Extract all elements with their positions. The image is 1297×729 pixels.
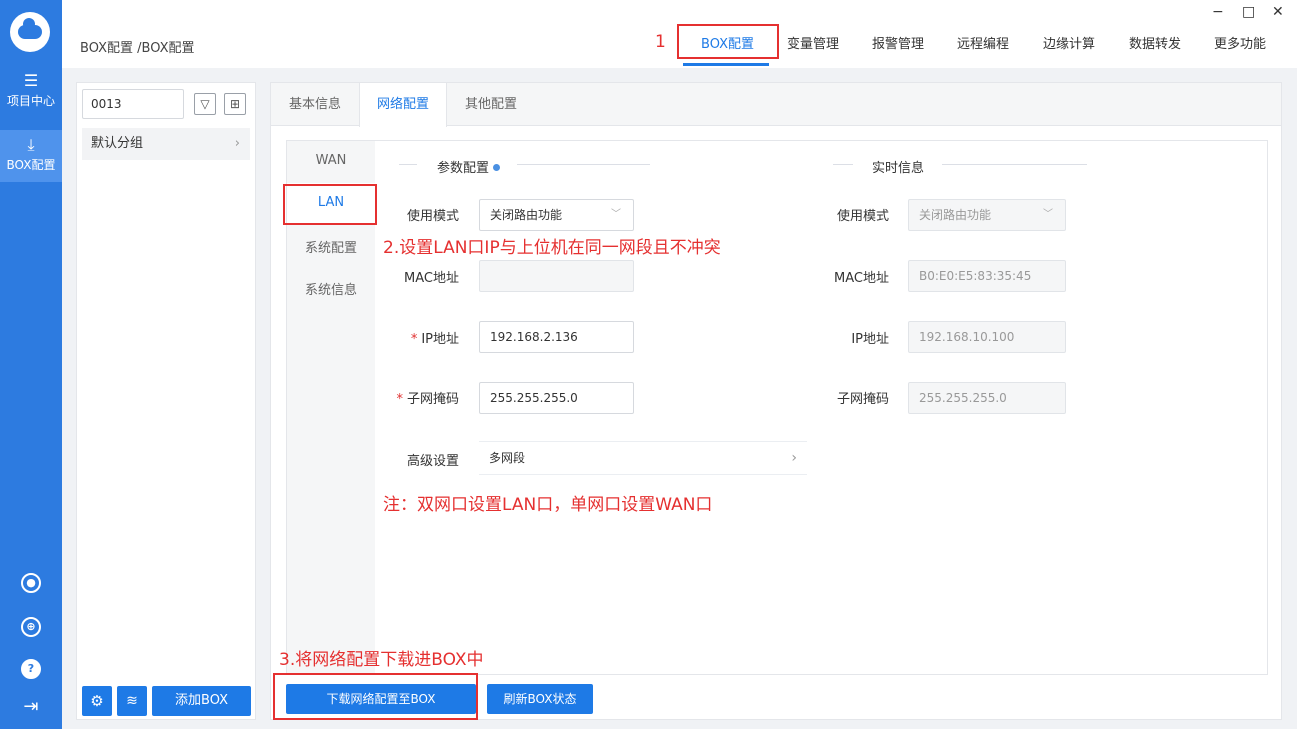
close-button[interactable]: ✕	[1272, 4, 1284, 20]
tab-other-config[interactable]: 其他配置	[447, 83, 535, 126]
minimize-button[interactable]: −	[1212, 4, 1224, 20]
download-icon: ⤓	[27, 135, 35, 154]
nav-variable-management[interactable]: 变量管理	[787, 33, 839, 52]
box-list-panel: 0013 ▽ ⊞ 默认分组 › ⚙ ≋ 添加BOX	[76, 82, 256, 720]
rail-item-box-config[interactable]: ⤓ BOX配置	[0, 130, 62, 182]
mode-select[interactable]: 关闭路由功能 ﹀	[479, 199, 634, 231]
mac-field[interactable]	[479, 260, 634, 292]
tab-basic-info[interactable]: 基本信息	[271, 83, 359, 126]
breadcrumb: BOX配置 /BOX配置	[80, 41, 195, 56]
annotation-step3: 3.将网络配置下载进BOX中	[279, 650, 484, 670]
mask-label: * 子网掩码	[396, 392, 459, 407]
rt-mac-label: MAC地址	[834, 271, 889, 286]
tab-bar: 基本信息 网络配置 其他配置	[271, 83, 1281, 127]
logout-icon[interactable]: ⇥	[0, 696, 62, 717]
chevron-right-icon: ›	[791, 450, 797, 466]
list-icon: ☰	[23, 71, 39, 90]
wifi-off-button[interactable]: ≋	[117, 686, 147, 716]
chevron-right-icon: ›	[234, 136, 240, 151]
maximize-button[interactable]: □	[1242, 4, 1255, 20]
rt-mode-select: 关闭路由功能 ﹀	[908, 199, 1066, 231]
rail-item-label: BOX配置	[6, 158, 56, 172]
app-logo	[10, 12, 50, 52]
side-tab-system-config[interactable]: 系统配置	[287, 237, 375, 257]
advanced-label: 高级设置	[406, 454, 459, 469]
globe-icon[interactable]: ⊕	[0, 614, 62, 637]
divider	[942, 164, 1087, 165]
param-config-title: 参数配置	[437, 157, 501, 176]
realtime-info-title: 实时信息	[872, 161, 925, 176]
nav-more-features[interactable]: 更多功能	[1214, 33, 1266, 52]
side-tab-wan[interactable]: WAN	[287, 153, 375, 173]
ip-input[interactable]: 192.168.2.136	[479, 321, 634, 353]
rt-ip-field: 192.168.10.100	[908, 321, 1066, 353]
nav-active-indicator	[683, 63, 769, 66]
side-tab-system-info[interactable]: 系统信息	[287, 279, 375, 299]
rail-item-label: 项目中心	[6, 94, 55, 108]
nav-alarm-management[interactable]: 报警管理	[872, 33, 924, 52]
chevron-down-icon: ﹀	[1043, 209, 1053, 220]
divider	[399, 164, 417, 165]
gear-icon: ⚙	[90, 692, 104, 710]
rt-mac-field: B0:E0:E5:83:35:45	[908, 260, 1066, 292]
nav-edge-computing[interactable]: 边缘计算	[1043, 33, 1095, 52]
nav-data-forwarding[interactable]: 数据转发	[1129, 33, 1181, 52]
cloud-icon	[18, 18, 42, 39]
add-folder-icon[interactable]: ⊞	[224, 93, 246, 115]
tab-network-config[interactable]: 网络配置	[359, 83, 447, 127]
network-config-area: WAN LAN 系统配置 系统信息 参数配置 实时信息 使用模式 关闭路由功能 …	[286, 140, 1268, 675]
refresh-status-button[interactable]: 刷新BOX状态	[487, 684, 593, 714]
rt-mode-label: 使用模式	[836, 209, 889, 224]
chevron-down-icon: ﹀	[611, 209, 621, 220]
rt-ip-label: IP地址	[851, 332, 889, 347]
annotation-box-nav	[677, 24, 779, 59]
info-dot-icon	[493, 164, 501, 171]
user-icon[interactable]: ●	[0, 570, 62, 593]
filter-icon[interactable]: ▽	[194, 93, 216, 115]
rt-mask-label: 子网掩码	[836, 392, 889, 407]
divider	[517, 164, 650, 165]
annotation-box-download	[273, 673, 478, 720]
search-input[interactable]: 0013	[82, 89, 184, 119]
advanced-settings-row[interactable]: 多网段 ›	[479, 441, 807, 475]
group-label: 默认分组	[91, 136, 144, 151]
left-rail: ☰ 项目中心 ⤓ BOX配置 ● ⊕ ? ⇥	[0, 0, 62, 729]
rt-mask-field: 255.255.255.0	[908, 382, 1066, 414]
mask-input[interactable]: 255.255.255.0	[479, 382, 634, 414]
main-panel: 基本信息 网络配置 其他配置 WAN LAN 系统配置 系统信息 参数配置 实时…	[270, 82, 1282, 720]
rail-item-project-center[interactable]: ☰ 项目中心	[0, 72, 62, 120]
nav-remote-programming[interactable]: 远程编程	[957, 33, 1009, 52]
mode-label: 使用模式	[406, 209, 459, 224]
wifi-off-icon: ≋	[126, 693, 138, 709]
annotation-step1: 1	[655, 32, 666, 52]
ip-label: * IP地址	[410, 332, 459, 347]
annotation-step2: 2.设置LAN口IP与上位机在同一网段且不冲突	[383, 238, 721, 258]
divider	[833, 164, 853, 165]
annotation-note: 注：双网口设置LAN口，单网口设置WAN口	[383, 495, 713, 515]
add-box-button[interactable]: 添加BOX	[152, 686, 251, 716]
mac-label: MAC地址	[404, 271, 459, 286]
settings-button[interactable]: ⚙	[82, 686, 112, 716]
annotation-box-lan	[283, 184, 377, 225]
help-icon[interactable]: ?	[0, 656, 62, 679]
group-item-default[interactable]: 默认分组 ›	[82, 128, 250, 160]
